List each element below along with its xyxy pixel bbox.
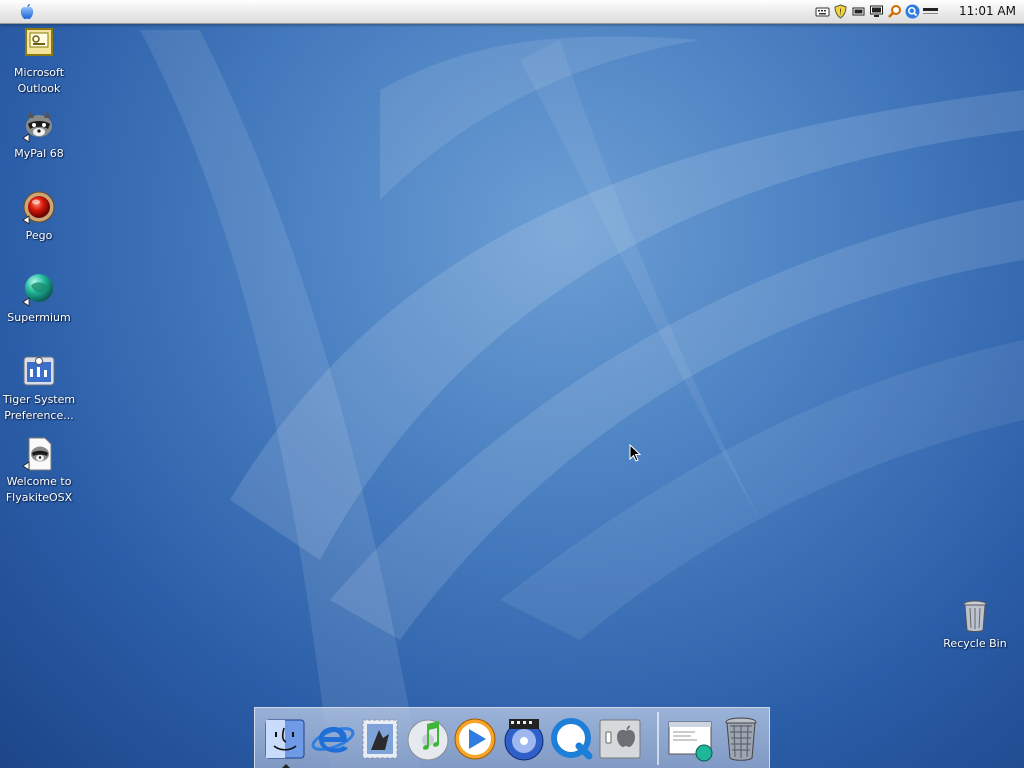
desktop-icon-pego[interactable]: Pego: [0, 190, 78, 244]
internet-explorer-icon: [311, 726, 355, 753]
red-orb-icon: [22, 191, 55, 225]
wallpaper: [140, 30, 1024, 768]
apple-menu-icon[interactable]: [17, 2, 37, 21]
dock-item-itunes[interactable]: [405, 716, 451, 762]
dock-item-minimized-window[interactable]: [667, 716, 713, 762]
desktop-icon-tiger-system-preferences[interactable]: Tiger System Preference...: [0, 354, 78, 424]
clock[interactable]: 11:01 AM: [959, 4, 1016, 18]
finder-icon: [265, 719, 305, 759]
dock-item-dvd-player[interactable]: [501, 716, 547, 762]
desktop[interactable]: ! 11:01 AM Microsoft Outlook MyPal 68 Pe…: [0, 0, 1024, 768]
dock-item-media-player[interactable]: [452, 716, 498, 762]
search-icon[interactable]: [905, 4, 920, 19]
minimized-window-icon: [668, 721, 713, 762]
desktop-icon-mypal-68[interactable]: MyPal 68: [0, 108, 78, 162]
svg-text:!: !: [839, 8, 842, 17]
menu-bar: ! 11:01 AM: [0, 0, 1024, 24]
keyboard-icon[interactable]: [815, 4, 830, 19]
dock-item-boot-camp[interactable]: [597, 716, 643, 762]
trash-icon: [963, 600, 987, 632]
dock-item-mail[interactable]: [357, 716, 403, 762]
running-indicator: [282, 764, 290, 768]
magnifier-icon[interactable]: [887, 4, 902, 19]
boot-camp-icon: [599, 719, 641, 759]
dvd-player-icon: [504, 719, 544, 761]
trash-icon: [725, 717, 757, 761]
dock-separator: [657, 712, 659, 765]
desktop-icon-label: Microsoft Outlook: [13, 66, 65, 95]
dock-item-internet-explorer[interactable]: [310, 716, 356, 762]
desktop-icon-label: Welcome to FlyakiteOSX: [5, 475, 73, 504]
dock-item-quicktime[interactable]: [549, 716, 595, 762]
desktop-icon-label: Recycle Bin: [943, 637, 1007, 650]
mail-stamp-icon: [362, 719, 398, 759]
dock-item-finder[interactable]: [262, 716, 308, 762]
dock-item-trash[interactable]: [718, 716, 764, 762]
desktop-icon-recycle-bin[interactable]: Recycle Bin: [936, 598, 1014, 652]
monitor-icon[interactable]: [869, 4, 884, 19]
outlook-icon: [25, 28, 53, 56]
desktop-icon-label: MyPal 68: [14, 147, 64, 160]
desktop-icon-welcome-flyakite[interactable]: Welcome to FlyakiteOSX: [0, 436, 78, 506]
desktop-icon-label: Supermium: [7, 311, 71, 324]
shield-icon[interactable]: !: [833, 4, 848, 19]
system-preferences-icon: [23, 356, 55, 386]
desktop-icon-label: Tiger System Preference...: [2, 393, 76, 422]
system-tray: !: [815, 3, 938, 20]
document-raccoon-icon: [22, 437, 52, 471]
desktop-icon-supermium[interactable]: Supermium: [0, 272, 78, 326]
desktop-icon-microsoft-outlook[interactable]: Microsoft Outlook: [0, 27, 78, 97]
media-player-icon: [454, 718, 496, 760]
globe-icon: [22, 274, 53, 307]
battery-icon[interactable]: [851, 4, 866, 19]
dock: [254, 707, 770, 768]
desktop-icon-label: Pego: [25, 229, 53, 242]
raccoon-icon: [22, 111, 52, 143]
quicktime-icon: [551, 718, 593, 760]
volume-icon[interactable]: [923, 4, 938, 19]
itunes-icon: [407, 719, 449, 761]
mouse-cursor-icon: [629, 444, 641, 462]
